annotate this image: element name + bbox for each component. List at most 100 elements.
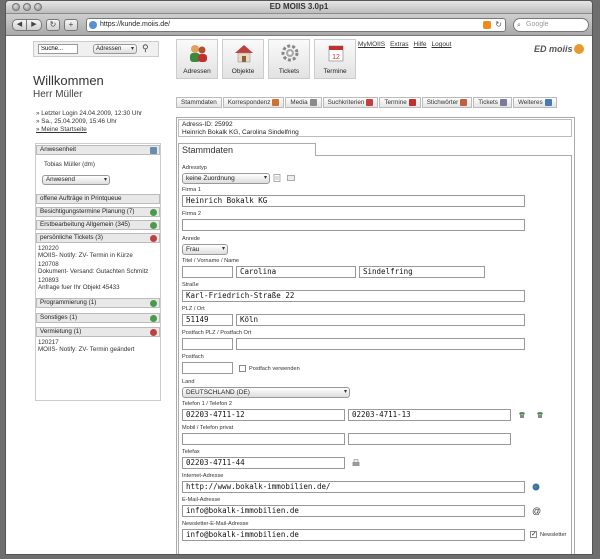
postfach-label: Postfach <box>182 354 204 360</box>
forward-button[interactable]: ▶ <box>27 19 42 31</box>
plus-icon[interactable] <box>150 209 157 216</box>
ticket-item[interactable]: 120708 Dokument- Versand: Gutachten Schmi… <box>38 261 148 275</box>
nav-buttons: ◀ ▶ <box>12 19 42 31</box>
land-value: DEUTSCHLAND (DE) <box>186 389 250 396</box>
firma2-field[interactable] <box>182 219 525 231</box>
adresstyp-select[interactable]: keine Zuordnung ▾ <box>182 173 270 184</box>
telefon-privat-field[interactable] <box>348 433 511 445</box>
firma2-label: Firma 2 <box>182 211 201 217</box>
panel-sonstiges[interactable]: Sonstiges (1) <box>36 313 160 323</box>
telefon1-field[interactable]: 02203-4711-12 <box>182 409 345 421</box>
nachname-field[interactable]: Sindelfring <box>359 266 485 278</box>
search-scope-value: Adressen <box>96 46 122 52</box>
internet-field[interactable]: http://www.bokalk-immobilien.de/ <box>182 481 525 493</box>
strasse-field[interactable]: Karl-Friedrich-Straße 22 <box>182 290 525 302</box>
search-icon[interactable]: ⚲ <box>142 43 149 54</box>
document-icon[interactable] <box>273 174 281 182</box>
tab-label: Termine <box>384 99 407 106</box>
postfach-ort-field[interactable] <box>236 338 525 350</box>
house-icon <box>235 45 253 63</box>
plus-icon[interactable] <box>150 222 157 229</box>
fax-icon[interactable] <box>352 459 360 467</box>
anrede-select[interactable]: Frau ▾ <box>182 244 228 255</box>
ticket-text: MOIIS- Notify: ZV- Termin in Kürze <box>38 252 133 259</box>
reload-button[interactable]: ↻ <box>46 19 60 31</box>
phone-dial-icon[interactable] <box>518 411 526 419</box>
tab-stichwoerter[interactable]: Stichwörter <box>421 97 473 108</box>
mobil-label: Mobil / Telefon privat <box>182 425 234 431</box>
land-select[interactable]: DEUTSCHLAND (DE) ▾ <box>182 387 350 398</box>
tab-media[interactable]: Media <box>285 97 322 108</box>
people-icon <box>190 45 207 62</box>
link-mymoiis[interactable]: MyMOIIS <box>358 41 385 48</box>
module-objekte[interactable]: Objekte <box>222 39 264 79</box>
module-label: Adressen <box>183 68 211 75</box>
titel-field[interactable] <box>182 266 233 278</box>
panel-vermietung[interactable]: Vermietung (1) <box>36 327 160 337</box>
browser-search-input[interactable]: ⌕ Google <box>513 18 589 32</box>
module-label: Tickets <box>278 68 300 75</box>
plz-field[interactable]: 51149 <box>182 314 233 326</box>
link-extras[interactable]: Extras <box>390 41 408 48</box>
ort-field[interactable]: Köln <box>236 314 525 326</box>
minus-icon[interactable] <box>150 329 157 336</box>
link-hilfe[interactable]: Hilfe <box>414 41 427 48</box>
postfach-field[interactable] <box>182 362 233 374</box>
tab-stammdaten[interactable]: Stammdaten <box>176 97 222 108</box>
dropdown-arrow-icon: ▾ <box>343 389 347 395</box>
plus-icon[interactable] <box>150 315 157 322</box>
back-button[interactable]: ◀ <box>12 19 27 31</box>
ticket-item[interactable]: 120217 MOIIS- Notify: ZV- Termin geändert <box>38 339 135 353</box>
ticket-item[interactable]: 120220 MOIIS- Notify: ZV- Termin in Kürze <box>38 245 133 259</box>
tab-weiteres[interactable]: Weiteres <box>512 97 557 108</box>
panel-erstbearbeitung[interactable]: Erstbearbeitung Allgemein (345) <box>36 220 160 230</box>
link-logout[interactable]: Logout <box>432 41 452 48</box>
anwesenheit-header[interactable]: Anwesenheit <box>36 145 160 155</box>
tab-suchkriterien[interactable]: Suchkriterien <box>322 97 379 108</box>
tab-termine[interactable]: Termine <box>379 97 421 108</box>
minus-icon[interactable] <box>150 235 157 242</box>
url-bar[interactable]: https://kunde.moiis.de/ ↻ <box>86 18 506 32</box>
panel-title: Erstbearbeitung Allgemein (345) <box>40 221 130 228</box>
vorname-field[interactable]: Carolina <box>236 266 356 278</box>
tab-label: Media <box>290 99 308 106</box>
postfach-plz-field[interactable] <box>182 338 233 350</box>
tab-korrespondenz[interactable]: Korrespondenz <box>222 97 285 108</box>
address-header: Adress-ID: 25992 Heinrich Bokalk KG, Car… <box>178 119 572 137</box>
search-scope-select[interactable]: Adressen ▾ <box>93 44 137 54</box>
quick-search-input[interactable] <box>38 44 78 54</box>
newsletter-email-label: Newsletter-E-Mail-Adresse <box>182 521 249 527</box>
telefax-label: Telefax <box>182 449 200 455</box>
module-termine[interactable]: 12 Termine <box>314 39 356 79</box>
ticket-id: 120708 <box>38 261 59 268</box>
firma1-field[interactable]: Heinrich Bokalk KG <box>182 195 525 207</box>
email-field[interactable]: info@bokalk-immobilien.de <box>182 505 525 517</box>
startpage-link[interactable]: » Meine Startseite <box>36 126 142 134</box>
globe-icon[interactable] <box>532 483 540 491</box>
telefon2-field[interactable]: 02203-4711-13 <box>348 409 511 421</box>
panel-persoenliche-tickets[interactable]: persönliche Tickets (3) <box>36 233 160 243</box>
email-at-icon[interactable]: @ <box>532 506 541 516</box>
postfach-verwenden-checkbox[interactable] <box>239 365 246 372</box>
add-bookmark-button[interactable]: + <box>64 19 78 31</box>
telefax-field[interactable]: 02203-4711-44 <box>182 457 345 469</box>
newsletter-email-field[interactable]: info@bokalk-immobilien.de <box>182 529 525 541</box>
mobil-field[interactable] <box>182 433 345 445</box>
module-bar: Adressen Objekte Tickets 12 Termine <box>176 39 356 79</box>
panel-programmierung[interactable]: Programmierung (1) <box>36 298 160 308</box>
rss-icon[interactable] <box>483 21 491 29</box>
panel-besichtigung[interactable]: Besichtigungstermine Planung (7) <box>36 207 160 217</box>
tab-label: Stichwörter <box>426 99 459 106</box>
presence-icon[interactable] <box>150 147 157 154</box>
tab-tickets[interactable]: Tickets <box>473 97 512 108</box>
ticket-item[interactable]: 120893 Anfrage fuer Ihr Objekt 45433 <box>38 277 120 291</box>
phone-dial-icon[interactable] <box>536 411 544 419</box>
module-adressen[interactable]: Adressen <box>176 39 218 79</box>
refresh-icon[interactable]: ↻ <box>495 19 502 31</box>
presence-status-select[interactable]: Anwesend ▾ <box>42 175 110 185</box>
panel-printqueue[interactable]: offene Aufträge in Printqueue <box>36 194 160 204</box>
newsletter-checkbox[interactable]: ✓ <box>530 531 537 538</box>
vcard-icon[interactable] <box>287 174 295 182</box>
module-tickets[interactable]: Tickets <box>268 39 310 79</box>
plus-icon[interactable] <box>150 300 157 307</box>
